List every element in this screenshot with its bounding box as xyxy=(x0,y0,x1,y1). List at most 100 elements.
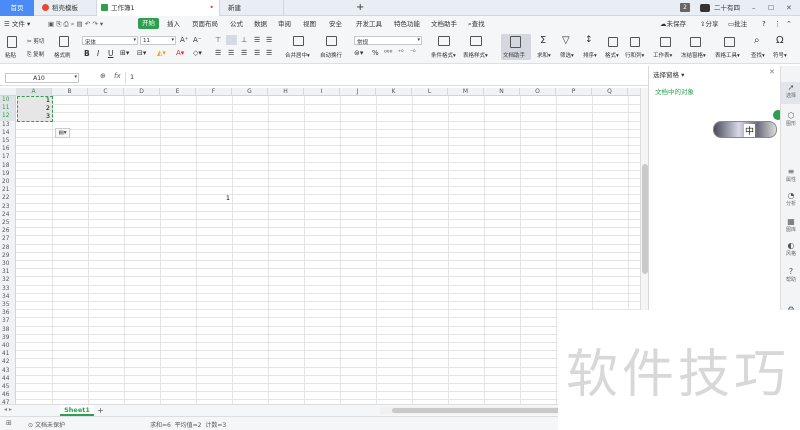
menu-data[interactable]: 数据 xyxy=(254,16,267,32)
font-color-icon[interactable]: A▾ xyxy=(176,49,184,57)
redo-icon[interactable]: ↷ xyxy=(92,20,97,28)
font-select[interactable]: 宋体 ▾ xyxy=(82,36,138,46)
paste-icon[interactable] xyxy=(7,36,17,48)
sort-icon[interactable]: ↕ xyxy=(585,35,593,45)
filter-button[interactable]: 筛选▾ xyxy=(560,51,574,59)
unsaved-status[interactable]: ☁未保存 xyxy=(660,16,686,32)
number-format-select[interactable]: 常规 ▾ xyxy=(354,36,422,46)
close-tab-icon[interactable]: • xyxy=(209,0,214,16)
sidebar-item-cursor[interactable]: ➚ 选择 xyxy=(781,82,800,104)
user-name[interactable]: 二十有四 xyxy=(714,0,740,16)
thousands-icon[interactable]: ⁰⁰⁰ xyxy=(384,49,392,57)
conditional-format-icon[interactable] xyxy=(438,36,450,46)
conditional-format-button[interactable]: 条件格式▾ xyxy=(431,51,456,59)
menu-start[interactable]: 开始 xyxy=(138,18,159,29)
merge-center-button[interactable]: 合并居中▾ xyxy=(285,51,310,59)
font-size-select[interactable]: 11 ▾ xyxy=(140,36,176,45)
copy-button[interactable]: ⎘ 复制 xyxy=(27,50,44,59)
decrease-decimal-icon[interactable]: ⁻⁰ xyxy=(410,49,416,56)
distribute-icon[interactable]: ☰ xyxy=(266,49,272,57)
bold-icon[interactable]: B xyxy=(84,49,90,58)
tab-home[interactable]: 首页 xyxy=(0,0,34,16)
help-icon[interactable]: ? xyxy=(762,16,766,32)
filter-icon[interactable]: ▽ xyxy=(562,35,570,46)
add-sheet-button[interactable]: + xyxy=(97,405,104,416)
freeze-button[interactable]: 冻结窗格▾ xyxy=(681,51,706,59)
table-style-button[interactable]: 表格样式▾ xyxy=(463,51,488,59)
italic-icon[interactable]: I xyxy=(97,49,99,58)
doc-helper-button[interactable]: 文档助手 xyxy=(501,34,531,60)
justify-icon[interactable]: ☰ xyxy=(254,49,260,57)
merge-center-icon[interactable] xyxy=(293,36,304,46)
tab-new[interactable]: 新建 xyxy=(224,0,284,16)
fill-color-icon[interactable]: ◭▾ xyxy=(157,49,166,57)
menu-formula[interactable]: 公式 xyxy=(230,16,243,32)
clear-format-icon[interactable]: ◇▾ xyxy=(193,49,202,57)
fx-icon[interactable]: fx xyxy=(114,72,121,80)
sheet-tab-active[interactable]: Sheet1 xyxy=(60,405,94,416)
align-left-icon[interactable]: ☰ xyxy=(215,49,221,57)
formula-input[interactable]: 1 xyxy=(130,73,640,83)
format-painter-icon[interactable] xyxy=(59,36,69,47)
ime-toolbar[interactable]: 中 xyxy=(713,121,777,138)
sidebar-item-help[interactable]: ? 帮助 xyxy=(781,266,800,288)
merge-icon[interactable]: ⊟▾ xyxy=(137,49,146,57)
macro-icon[interactable]: ⊞ xyxy=(6,419,12,427)
print-icon[interactable]: ⎙ xyxy=(64,20,69,28)
indent-icon[interactable]: ☰ xyxy=(254,36,260,44)
avatar[interactable] xyxy=(700,4,710,12)
align-right-icon[interactable]: ☰ xyxy=(241,49,247,57)
window-count-badge[interactable]: 2 xyxy=(680,3,690,12)
close-window-icon[interactable]: ✕ xyxy=(786,0,792,16)
undo-icon[interactable]: ↶ xyxy=(85,20,90,28)
horizontal-scroll-thumb[interactable] xyxy=(392,408,562,413)
align-middle-icon[interactable] xyxy=(226,35,237,45)
paste-options-icon[interactable]: ▤▾ xyxy=(55,128,70,138)
menu-review[interactable]: 审阅 xyxy=(278,16,291,32)
menu-dev-tools[interactable]: 开发工具 xyxy=(356,16,382,32)
outdent-icon[interactable]: ☰ xyxy=(266,36,272,44)
format-button[interactable]: 格式▾ xyxy=(605,51,619,59)
name-box[interactable]: A10 ▾ xyxy=(5,73,79,83)
new-tab-button[interactable]: + xyxy=(352,0,364,16)
comment-button[interactable]: ▭批注 xyxy=(728,16,747,32)
more-icon[interactable]: ▾ xyxy=(100,20,103,28)
wrap-text-icon[interactable] xyxy=(326,36,337,46)
sum-button[interactable]: 求和▾ xyxy=(537,51,551,59)
align-bottom-icon[interactable]: ⊥ xyxy=(241,36,247,44)
spreadsheet-grid[interactable]: ABCDEFGHIJKLMNOPQ 10 11 12 13 14 15 16 17 18 19 20… xyxy=(0,88,640,404)
sidebar-item-analysis[interactable]: ◔ 分析 xyxy=(781,190,800,212)
zoom-icon[interactable]: ⊕ xyxy=(100,72,106,80)
table-tools-button[interactable]: 表格工具▾ xyxy=(715,51,740,59)
menu-doc-helper[interactable]: 文档助手 xyxy=(431,16,457,32)
menu-find[interactable]: ⌕查找 xyxy=(468,16,485,32)
minimize-icon[interactable]: – xyxy=(752,0,756,16)
percent-icon[interactable]: % xyxy=(372,49,379,57)
menu-insert[interactable]: 插入 xyxy=(167,16,180,32)
sidebar-item-gallery[interactable]: ▦ 图库 xyxy=(781,216,800,238)
preview-icon[interactable]: ⌕ xyxy=(71,20,75,28)
sidebar-item-property[interactable]: ≡ 属性 xyxy=(781,166,800,188)
more-options-icon[interactable]: ⋮ xyxy=(774,16,781,32)
tab-template[interactable]: 稻壳模板 xyxy=(38,0,92,16)
sidebar-item-style[interactable]: ◐ 风格 xyxy=(781,240,800,262)
align-center-icon[interactable]: ☰ xyxy=(228,49,234,57)
currency-icon[interactable]: ⊜▾ xyxy=(354,49,363,57)
underline-icon[interactable]: U xyxy=(108,49,114,58)
border-icon[interactable]: ⊞▾ xyxy=(120,49,129,57)
auto-wrap-button[interactable]: 自动换行 xyxy=(320,51,342,59)
maximize-icon[interactable]: ☐ xyxy=(768,0,774,16)
worksheet-icon[interactable] xyxy=(660,37,671,47)
cut-button[interactable]: ✂ 剪切 xyxy=(27,37,44,45)
sheet-nav-arrows[interactable]: ◂ ▸ xyxy=(4,406,12,413)
rows-cols-icon[interactable] xyxy=(630,37,640,47)
sum-icon[interactable]: Σ xyxy=(540,35,546,46)
font-grow-icon[interactable]: A⁺ xyxy=(180,36,188,44)
format-icon[interactable] xyxy=(608,37,618,47)
menu-special[interactable]: 特色功能 xyxy=(394,16,420,32)
increase-decimal-icon[interactable]: ⁺⁰ xyxy=(398,49,404,56)
menu-security[interactable]: 安全 xyxy=(329,16,342,32)
share-button[interactable]: ⇪分享 xyxy=(700,16,718,32)
paste-button[interactable]: 粘贴 xyxy=(5,51,16,59)
menu-view[interactable]: 视图 xyxy=(303,16,316,32)
